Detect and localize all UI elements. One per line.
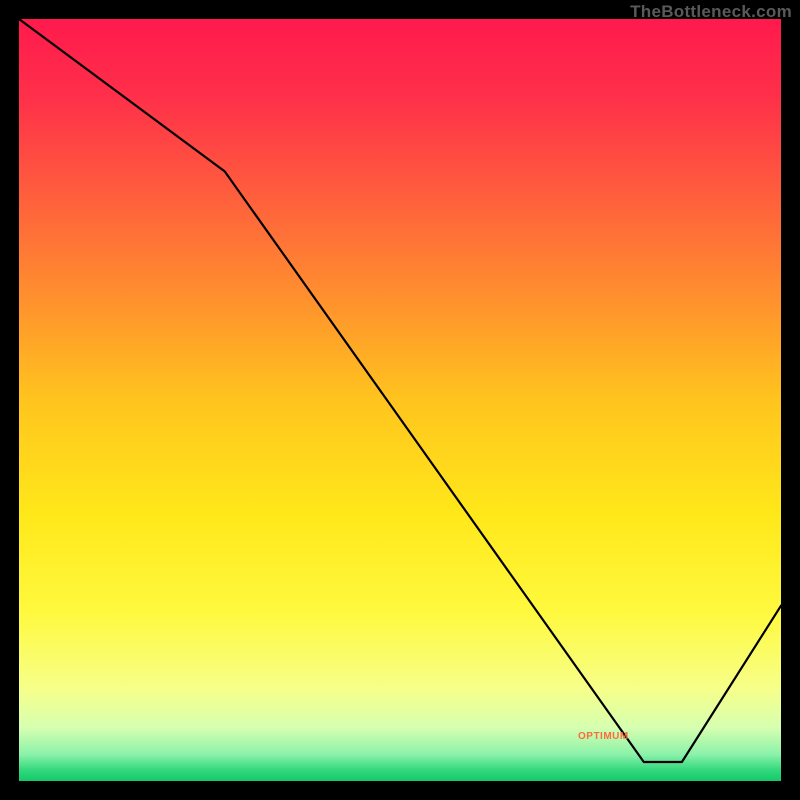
chart-svg xyxy=(19,19,781,781)
chart-frame: TheBottleneck.com OPTIMUM xyxy=(0,0,800,800)
plot-area xyxy=(19,19,781,781)
gradient-background xyxy=(19,19,781,781)
